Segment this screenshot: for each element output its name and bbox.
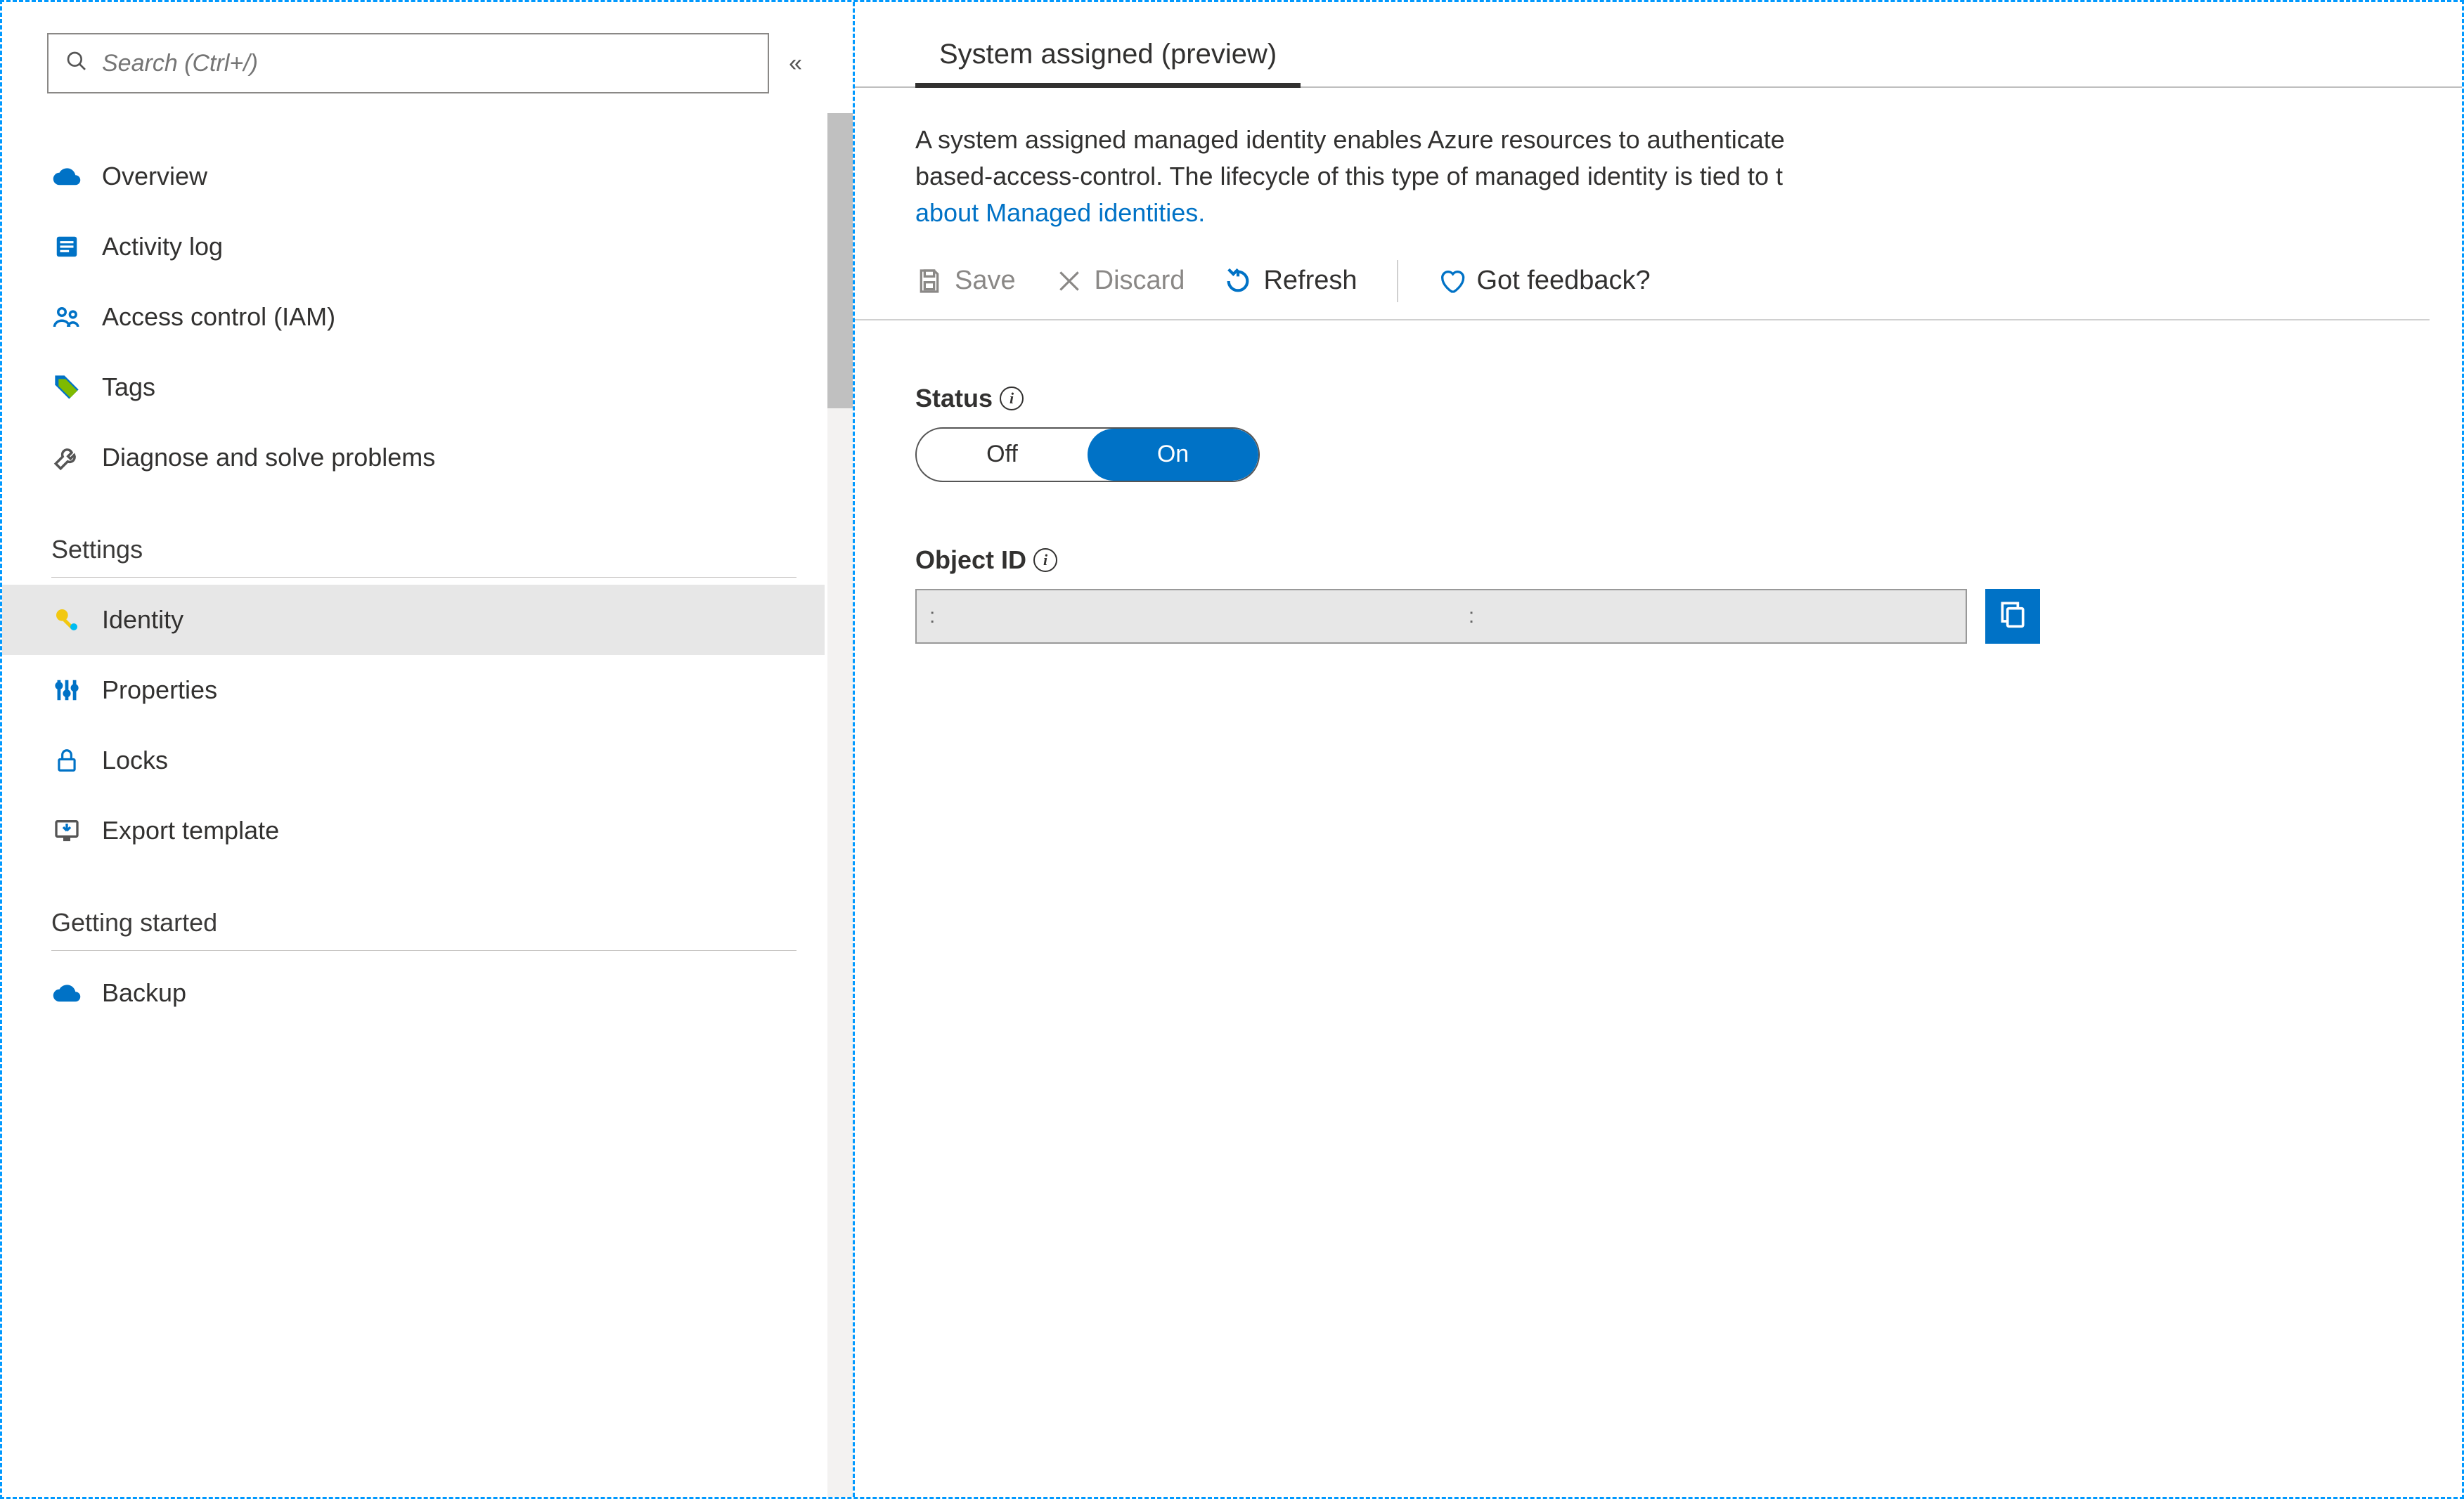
nav-label: Overview bbox=[102, 162, 207, 191]
cloud-icon bbox=[51, 161, 82, 192]
collapse-sidebar-icon[interactable]: « bbox=[783, 50, 808, 77]
tags-icon bbox=[51, 372, 82, 403]
section-header-getting-started: Getting started bbox=[2, 866, 825, 950]
copy-button[interactable] bbox=[1985, 589, 2040, 644]
object-id-label: Object ID bbox=[915, 545, 1026, 575]
nav-label: Locks bbox=[102, 746, 168, 775]
scrollbar-thumb[interactable] bbox=[827, 113, 853, 408]
nav-label: Access control (IAM) bbox=[102, 302, 335, 332]
nav-label: Activity log bbox=[102, 232, 223, 261]
refresh-icon bbox=[1224, 267, 1252, 295]
toolbar: Save Discard Refresh Got feedback? bbox=[855, 232, 2430, 320]
nav: Overview Activity log Access control (IA… bbox=[2, 113, 825, 1028]
nav-overview[interactable]: Overview bbox=[2, 141, 825, 212]
main-pane: System assigned (preview) A system assig… bbox=[853, 2, 2462, 1497]
wrench-icon bbox=[51, 442, 82, 473]
discard-icon bbox=[1055, 267, 1083, 295]
search-input[interactable] bbox=[102, 50, 751, 77]
nav-label: Diagnose and solve problems bbox=[102, 443, 435, 472]
iam-icon bbox=[51, 301, 82, 332]
heart-icon bbox=[1438, 267, 1466, 295]
section-rule bbox=[51, 577, 796, 578]
search-row: « bbox=[2, 2, 853, 113]
section-header-settings: Settings bbox=[2, 493, 825, 577]
nav-activity-log[interactable]: Activity log bbox=[2, 212, 825, 282]
identity-description: A system assigned managed identity enabl… bbox=[855, 88, 2401, 232]
nav-diagnose[interactable]: Diagnose and solve problems bbox=[2, 422, 825, 493]
status-label: Status bbox=[915, 384, 993, 413]
section-rule bbox=[51, 950, 796, 951]
toolbar-separator bbox=[1397, 260, 1398, 302]
info-icon[interactable]: i bbox=[1000, 387, 1024, 410]
nav-label: Backup bbox=[102, 978, 186, 1008]
copy-icon bbox=[1997, 598, 2028, 634]
save-button[interactable]: Save bbox=[915, 266, 1016, 296]
lock-icon bbox=[51, 745, 82, 776]
status-off-option[interactable]: Off bbox=[917, 429, 1088, 481]
status-label-row: Status i bbox=[915, 384, 2462, 413]
object-id-row bbox=[915, 589, 2040, 644]
status-field: Status i Off On bbox=[855, 320, 2462, 482]
status-toggle[interactable]: Off On bbox=[915, 427, 1260, 482]
learn-more-link[interactable]: about Managed identities. bbox=[915, 198, 1205, 227]
object-id-label-row: Object ID i bbox=[915, 545, 2462, 575]
desc-line-2: based-access-control. The lifecycle of t… bbox=[915, 162, 1783, 190]
log-icon bbox=[51, 231, 82, 262]
nav-label: Identity bbox=[102, 605, 183, 635]
discard-label: Discard bbox=[1095, 266, 1185, 296]
export-icon bbox=[51, 815, 82, 846]
nav-label: Tags bbox=[102, 372, 155, 402]
desc-line-1: A system assigned managed identity enabl… bbox=[915, 125, 1785, 154]
tab-row: System assigned (preview) bbox=[855, 26, 2462, 88]
status-on-option[interactable]: On bbox=[1088, 429, 1258, 481]
nav-access-control[interactable]: Access control (IAM) bbox=[2, 282, 825, 352]
nav-properties[interactable]: Properties bbox=[2, 655, 825, 725]
tab-system-assigned[interactable]: System assigned (preview) bbox=[915, 26, 1301, 88]
discard-button[interactable]: Discard bbox=[1055, 266, 1185, 296]
nav-scroll-area: Overview Activity log Access control (IA… bbox=[2, 113, 853, 1497]
save-icon bbox=[915, 267, 943, 295]
cloud-icon bbox=[51, 978, 82, 1008]
nav-backup[interactable]: Backup bbox=[2, 958, 825, 1028]
feedback-label: Got feedback? bbox=[1477, 266, 1651, 296]
refresh-button[interactable]: Refresh bbox=[1224, 266, 1357, 296]
save-label: Save bbox=[955, 266, 1016, 296]
key-icon bbox=[51, 604, 82, 635]
nav-label: Properties bbox=[102, 675, 217, 705]
object-id-field: Object ID i bbox=[855, 482, 2462, 644]
nav-label: Export template bbox=[102, 816, 279, 845]
info-icon[interactable]: i bbox=[1033, 548, 1057, 572]
search-box[interactable] bbox=[47, 33, 769, 93]
nav-identity[interactable]: Identity bbox=[2, 585, 825, 655]
object-id-input[interactable] bbox=[915, 589, 1967, 644]
feedback-button[interactable]: Got feedback? bbox=[1438, 266, 1651, 296]
search-icon bbox=[65, 50, 88, 77]
nav-locks[interactable]: Locks bbox=[2, 725, 825, 796]
sidebar: « Overview Activity log Acce bbox=[2, 2, 853, 1497]
refresh-label: Refresh bbox=[1263, 266, 1357, 296]
sliders-icon bbox=[51, 675, 82, 706]
nav-export-template[interactable]: Export template bbox=[2, 796, 825, 866]
nav-tags[interactable]: Tags bbox=[2, 352, 825, 422]
